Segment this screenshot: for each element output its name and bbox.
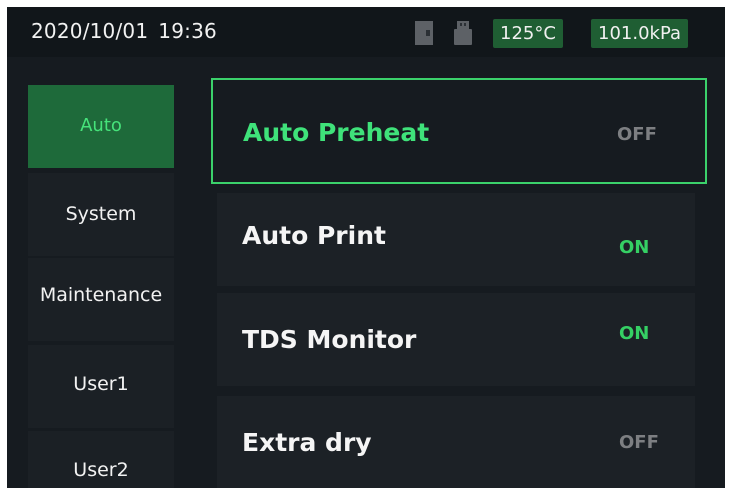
temperature-badge: 125°C [493, 19, 563, 48]
setting-row-auto-preheat[interactable]: Auto Preheat OFF [211, 78, 707, 184]
sidebar-item-label: User2 [73, 459, 129, 481]
sidebar-item-auto[interactable]: Auto [28, 85, 174, 168]
pressure-badge: 101.0kPa [591, 19, 689, 48]
sidebar-item-label: Maintenance [39, 284, 163, 306]
setting-row-auto-print[interactable]: Auto Print ON [217, 193, 695, 286]
setting-value-on[interactable]: ON [619, 237, 649, 258]
status-bar: 2020/10/01 19:36 125°C 101.0kPa [7, 7, 725, 57]
date-text: 2020/10/01 [31, 19, 149, 43]
setting-value-on[interactable]: ON [619, 323, 649, 344]
setting-label: TDS Monitor [242, 325, 417, 354]
sidebar-item-user2[interactable]: User2 [28, 431, 174, 488]
setting-value-off[interactable]: OFF [619, 432, 659, 453]
setting-value-off[interactable]: OFF [617, 124, 657, 145]
datetime: 2020/10/01 19:36 [31, 19, 217, 43]
sidebar-item-system[interactable]: System [28, 173, 174, 256]
time-text: 19:36 [158, 19, 217, 43]
setting-label: Auto Print [242, 221, 386, 250]
sidebar-item-label: Auto [80, 115, 122, 136]
device-screen: 2020/10/01 19:36 125°C 101.0kPa Auto Syst… [7, 7, 725, 488]
sidebar-item-maintenance[interactable]: Maintenance [28, 258, 174, 341]
sidebar-item-user1[interactable]: User1 [28, 345, 174, 428]
setting-label: Extra dry [242, 428, 372, 457]
setting-row-tds-monitor[interactable]: TDS Monitor ON [217, 293, 695, 386]
setting-row-extra-dry[interactable]: Extra dry OFF [217, 396, 695, 488]
usb-drive-icon [454, 21, 472, 45]
sidebar-item-label: System [65, 203, 137, 225]
sd-card-icon [415, 21, 433, 45]
sidebar-item-label: User1 [73, 373, 129, 395]
setting-label: Auto Preheat [243, 118, 430, 147]
